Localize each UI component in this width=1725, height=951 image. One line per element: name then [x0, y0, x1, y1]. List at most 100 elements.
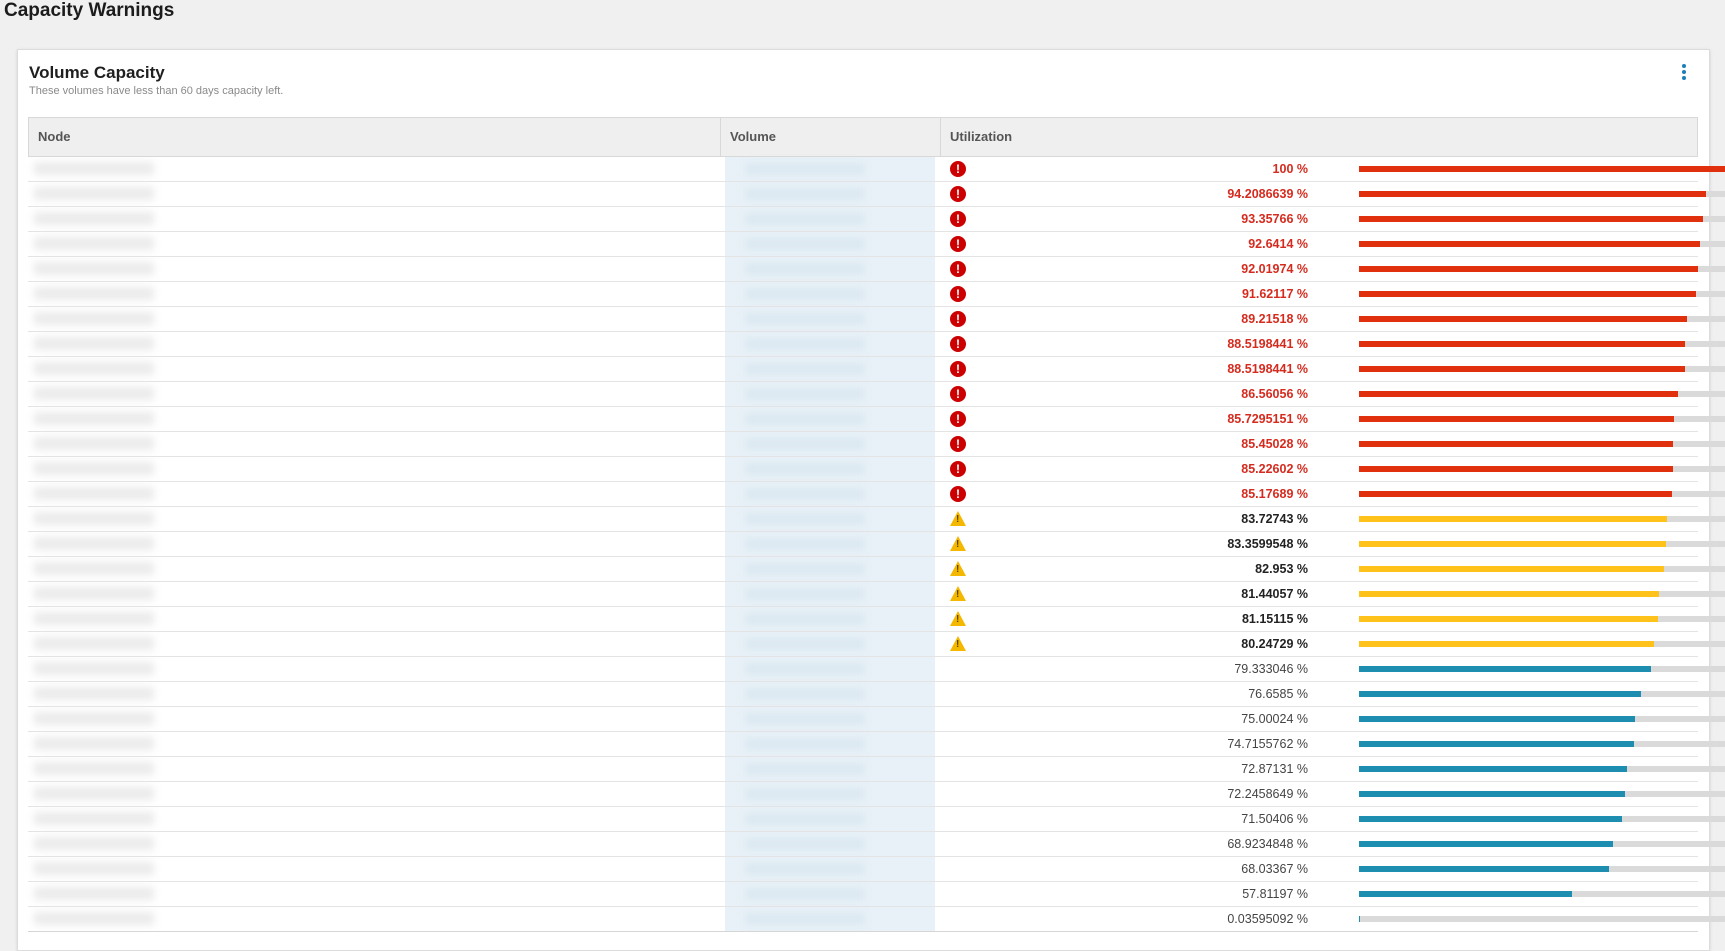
- node-cell-redacted: [28, 457, 720, 481]
- table-row[interactable]: 82.953 %: [28, 557, 1725, 582]
- utilization-bar: [1359, 491, 1725, 497]
- utilization-bar-fill: [1359, 416, 1675, 422]
- table-row[interactable]: ! 89.21518 %: [28, 307, 1725, 332]
- utilization-bar-fill: [1359, 916, 1360, 922]
- table-row[interactable]: 80.24729 %: [28, 632, 1725, 657]
- table-row[interactable]: ! 88.5198441 %: [28, 332, 1725, 357]
- column-header-volume[interactable]: Volume: [721, 118, 941, 156]
- table-row[interactable]: 68.9234848 %: [28, 832, 1725, 857]
- node-cell-redacted: [28, 407, 720, 431]
- critical-alert-icon: !: [950, 336, 966, 352]
- table-row[interactable]: 75.00024 %: [28, 707, 1725, 732]
- volume-cell-redacted: [725, 532, 935, 556]
- utilization-bar-fill: [1359, 266, 1698, 272]
- utilization-bar-fill: [1359, 191, 1706, 197]
- node-cell-redacted: [28, 682, 720, 706]
- utilization-percent: 89.21518 %: [1241, 312, 1308, 326]
- table-row[interactable]: 74.7155762 %: [28, 732, 1725, 757]
- utilization-cell: 68.03367 %: [940, 857, 1725, 881]
- table-row[interactable]: ! 91.62117 %: [28, 282, 1725, 307]
- table-row[interactable]: 76.6585 %: [28, 682, 1725, 707]
- utilization-cell: ! 92.01974 %: [940, 257, 1725, 281]
- utilization-bar: [1359, 191, 1725, 197]
- table-row[interactable]: ! 85.7295151 %: [28, 407, 1725, 432]
- volume-cell-redacted: [725, 857, 935, 881]
- table-row[interactable]: 68.03367 %: [28, 857, 1725, 882]
- utilization-cell: 57.81197 %: [940, 882, 1725, 906]
- node-cell-redacted: [28, 857, 720, 881]
- volume-cell-redacted: [725, 382, 935, 406]
- utilization-bar-fill: [1359, 466, 1673, 472]
- utilization-bar: [1359, 691, 1725, 697]
- utilization-percent: 81.44057 %: [1241, 587, 1308, 601]
- volume-cell-redacted: [725, 807, 935, 831]
- volume-cell-redacted: [725, 457, 935, 481]
- column-header-node[interactable]: Node: [29, 118, 721, 156]
- volume-cell-redacted: [725, 832, 935, 856]
- table-row[interactable]: ! 92.01974 %: [28, 257, 1725, 282]
- utilization-percent: 57.81197 %: [1242, 887, 1308, 901]
- utilization-bar: [1359, 616, 1725, 622]
- volume-cell-redacted: [725, 207, 935, 231]
- widget-subtitle: These volumes have less than 60 days cap…: [29, 85, 284, 97]
- utilization-bar-fill: [1359, 741, 1634, 747]
- utilization-bar-fill: [1359, 766, 1628, 772]
- utilization-bar: [1359, 441, 1725, 447]
- node-cell-redacted: [28, 357, 720, 381]
- table-row[interactable]: ! 93.35766 %: [28, 207, 1725, 232]
- table-row[interactable]: 83.3599548 %: [28, 532, 1725, 557]
- table-row[interactable]: ! 88.5198441 %: [28, 357, 1725, 382]
- utilization-bar: [1359, 716, 1725, 722]
- utilization-percent: 72.87131 %: [1241, 762, 1308, 776]
- table-row[interactable]: 83.72743 %: [28, 507, 1725, 532]
- volume-cell-redacted: [725, 232, 935, 256]
- table-row[interactable]: ! 85.17689 %: [28, 482, 1725, 507]
- utilization-percent: 79.333046 %: [1234, 662, 1308, 676]
- utilization-percent: 88.5198441 %: [1227, 337, 1308, 351]
- table-row[interactable]: ! 100 %: [28, 157, 1725, 182]
- utilization-cell: ! 93.35766 %: [940, 207, 1725, 231]
- node-cell-redacted: [28, 532, 720, 556]
- utilization-bar-fill: [1359, 391, 1678, 397]
- critical-alert-icon: !: [950, 461, 966, 477]
- utilization-bar-fill: [1359, 841, 1613, 847]
- utilization-percent: 93.35766 %: [1241, 212, 1308, 226]
- volume-cell-redacted: [725, 357, 935, 381]
- utilization-percent: 81.15115 %: [1241, 612, 1308, 626]
- utilization-bar: [1359, 541, 1725, 547]
- table-row[interactable]: 0.03595092 %: [28, 907, 1725, 932]
- volume-capacity-widget: Volume Capacity These volumes have less …: [17, 49, 1725, 951]
- table-row[interactable]: 71.50406 %: [28, 807, 1725, 832]
- utilization-cell: ! 85.7295151 %: [940, 407, 1725, 431]
- table-row[interactable]: ! 85.45028 %: [28, 432, 1725, 457]
- utilization-bar-fill: [1359, 791, 1625, 797]
- table-row[interactable]: 72.2458649 %: [28, 782, 1725, 807]
- column-header-utilization[interactable]: Utilization: [941, 118, 1697, 156]
- volume-cell-redacted: [725, 682, 935, 706]
- utilization-bar: [1359, 591, 1725, 597]
- table-row[interactable]: 57.81197 %: [28, 882, 1725, 907]
- utilization-percent: 0.03595092 %: [1227, 912, 1308, 926]
- volume-cell-redacted: [725, 782, 935, 806]
- table-row[interactable]: ! 92.6414 %: [28, 232, 1725, 257]
- table-row[interactable]: ! 85.22602 %: [28, 457, 1725, 482]
- node-cell-redacted: [28, 832, 720, 856]
- table-row[interactable]: 72.87131 %: [28, 757, 1725, 782]
- node-cell-redacted: [28, 432, 720, 456]
- utilization-percent: 86.56056 %: [1241, 387, 1308, 401]
- warning-triangle-icon: [950, 586, 966, 601]
- utilization-cell: 79.333046 %: [940, 657, 1725, 681]
- node-cell-redacted: [28, 257, 720, 281]
- table-row[interactable]: 81.44057 %: [28, 582, 1725, 607]
- critical-alert-icon: !: [950, 436, 966, 452]
- table-row[interactable]: 79.333046 %: [28, 657, 1725, 682]
- utilization-percent: 88.5198441 %: [1227, 362, 1308, 376]
- table-row[interactable]: 81.15115 %: [28, 607, 1725, 632]
- table-row[interactable]: ! 94.2086639 %: [28, 182, 1725, 207]
- kebab-menu-icon[interactable]: [1679, 64, 1689, 82]
- utilization-bar-fill: [1359, 641, 1655, 647]
- node-cell-redacted: [28, 207, 720, 231]
- table-row[interactable]: ! 86.56056 %: [28, 382, 1725, 407]
- critical-alert-icon: !: [950, 211, 966, 227]
- utilization-percent: 85.22602 %: [1241, 462, 1308, 476]
